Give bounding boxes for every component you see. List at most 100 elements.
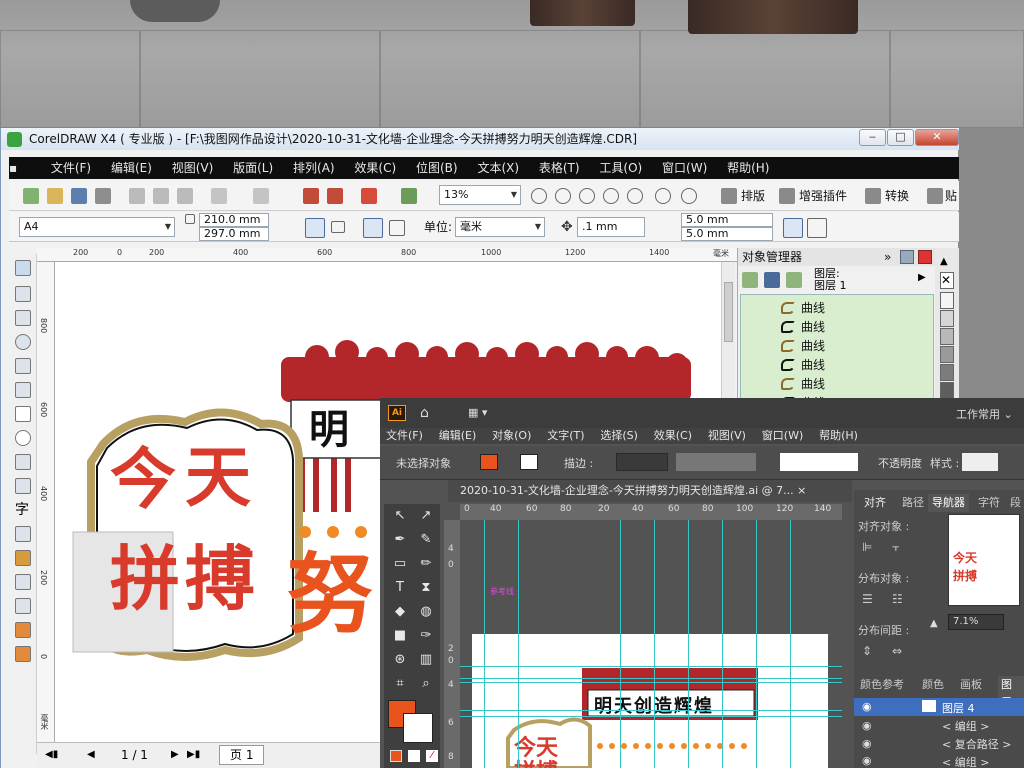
edit-scale-icon[interactable] (783, 218, 803, 238)
zoom-all-icon[interactable] (603, 188, 619, 204)
crop-tool-icon[interactable] (15, 310, 31, 326)
zoom-page-icon[interactable] (627, 188, 643, 204)
page-width-input[interactable]: 210.0 mm (199, 213, 269, 227)
blend-tool-icon[interactable]: ⊛ (392, 652, 408, 668)
pen-tool-icon[interactable]: ✒ (392, 532, 408, 548)
convert-icon[interactable] (865, 188, 881, 204)
home-icon[interactable]: ⌂ (420, 405, 429, 421)
menu-table[interactable]: 表格(T) (531, 157, 588, 179)
plugin-button[interactable]: 增强插件 (799, 186, 847, 206)
menu-help[interactable]: 帮助(H) (719, 157, 777, 179)
warp-tool-icon[interactable]: ◍ (418, 604, 434, 620)
zoom-width-icon[interactable] (655, 188, 671, 204)
edit-across-layers-icon[interactable] (764, 272, 780, 288)
distribute-center-icon[interactable]: ☷ (892, 592, 903, 606)
menu-edit[interactable]: 编辑(E) (103, 157, 160, 179)
page-tab[interactable]: 页 1 (219, 745, 265, 765)
interactive-blend-icon[interactable] (15, 550, 31, 566)
nav-zoom-out-icon[interactable]: ▲ (930, 618, 938, 629)
rectangle-tool-icon[interactable]: ▭ (392, 556, 408, 572)
table-tool-icon[interactable] (15, 526, 31, 542)
print-icon[interactable] (95, 188, 111, 204)
prev-page-icon[interactable]: ◀ (87, 749, 95, 760)
page-size-select[interactable]: A4 (19, 217, 175, 237)
current-page-icon[interactable] (389, 220, 405, 236)
tab-character[interactable]: 字符 (978, 494, 1000, 512)
basic-shapes-icon[interactable] (15, 478, 31, 494)
smart-fill-icon[interactable] (15, 382, 31, 398)
ai-menu-file[interactable]: 文件(F) (380, 428, 429, 444)
next-page-icon[interactable]: ▶ (171, 749, 179, 760)
ai-menu-help[interactable]: 帮助(H) (813, 428, 864, 444)
brush-select[interactable] (780, 453, 858, 471)
eraser-tool-icon[interactable]: ◆ (392, 604, 408, 620)
paste-special-icon[interactable] (927, 188, 943, 204)
ai-menu-effect[interactable]: 效果(C) (648, 428, 698, 444)
polygon-tool-icon[interactable] (15, 454, 31, 470)
maximize-button[interactable]: □ (887, 129, 914, 146)
menu-arrange[interactable]: 排列(A) (285, 157, 343, 179)
list-item[interactable]: 曲线 (781, 337, 825, 355)
stroke-swatch[interactable] (520, 454, 538, 470)
last-page-icon[interactable]: ▶▮ (187, 749, 200, 760)
layout-icon[interactable] (721, 188, 737, 204)
reflect-tool-icon[interactable]: ⧗ (418, 580, 434, 596)
tab-artboards[interactable]: 画板 (960, 676, 982, 694)
menu-effects[interactable]: 效果(C) (346, 157, 404, 179)
scroll-thumb[interactable] (724, 282, 733, 342)
layer-manager-view-icon[interactable] (786, 272, 802, 288)
ai-menu-select[interactable]: 选择(S) (594, 428, 644, 444)
zoom-in-icon[interactable] (531, 188, 547, 204)
layer-row[interactable]: ◉ < 复合路径 > (854, 736, 1024, 752)
menu-file[interactable]: 文件(F) (43, 157, 99, 179)
undo-icon[interactable] (211, 188, 227, 204)
layer-flyout-icon[interactable]: ▶ (918, 272, 926, 283)
fill-tool-icon[interactable] (15, 622, 31, 638)
tab-paragraph[interactable]: 段 (1010, 494, 1021, 512)
tab-color-guide[interactable]: 颜色参考 (860, 676, 904, 694)
duplicate-x-input[interactable]: 5.0 mm (681, 213, 773, 227)
app-launcher-icon[interactable] (361, 188, 377, 204)
graphic-style-select[interactable] (962, 453, 998, 471)
variable-width-select[interactable] (676, 453, 756, 471)
swatch[interactable] (940, 382, 954, 399)
pick-tool-icon[interactable] (15, 260, 31, 276)
eyedropper-icon[interactable] (15, 574, 31, 590)
page-height-input[interactable]: 297.0 mm (199, 227, 269, 241)
document-icon[interactable]: ▪ (9, 157, 39, 179)
align-center-icon[interactable]: ⫟ (892, 540, 899, 555)
portrait-icon[interactable] (305, 218, 325, 238)
first-page-icon[interactable]: ◀▮ (45, 749, 58, 760)
type-tool-icon[interactable]: T (392, 580, 408, 596)
bleed-icon[interactable] (807, 218, 827, 238)
selection-tool-icon[interactable]: ↖ (392, 508, 408, 524)
pencil-tool-icon[interactable]: ✏ (418, 556, 434, 572)
minimize-button[interactable]: ‒ (859, 129, 886, 146)
list-item[interactable]: 曲线 (781, 318, 825, 336)
swatch[interactable] (940, 346, 954, 363)
swatch-none-icon[interactable]: ✕ (940, 272, 954, 289)
zoom-out-icon[interactable] (555, 188, 571, 204)
close-button[interactable]: ✕ (915, 129, 959, 146)
document-tab[interactable]: 2020-10-31-文化墙-企业理念-今天拼搏努力明天创造辉煌.ai @ 7.… (448, 480, 852, 502)
tab-pathfinder[interactable]: 路径 (902, 494, 924, 512)
align-left-icon[interactable]: ⊫ (862, 540, 872, 554)
layer-row[interactable]: ◉ < 编组 > (854, 718, 1024, 734)
graph-tool-icon[interactable]: ▥ (418, 652, 434, 668)
duplicate-y-input[interactable]: 5.0 mm (681, 227, 773, 241)
curvature-tool-icon[interactable]: ✎ (418, 532, 434, 548)
ellipse-tool-icon[interactable] (15, 430, 31, 446)
units-select[interactable]: 毫米 (455, 217, 545, 237)
navigator-preview[interactable]: 今天 拼搏 (948, 514, 1020, 606)
new-icon[interactable] (23, 188, 39, 204)
gradient-tool-icon[interactable]: ■ (392, 628, 408, 644)
fill-swatch[interactable] (480, 454, 498, 470)
swatch[interactable] (940, 310, 954, 327)
tab-navigator[interactable]: 导航器 (928, 494, 969, 512)
artboard-tool-icon[interactable]: ⌗ (392, 676, 408, 692)
ai-menu-edit[interactable]: 编辑(E) (433, 428, 483, 444)
tab-align[interactable]: 对齐 (864, 494, 886, 512)
opacity-label[interactable]: 不透明度 (878, 455, 922, 471)
stroke-weight-input[interactable] (616, 453, 668, 471)
freehand-tool-icon[interactable] (15, 358, 31, 374)
